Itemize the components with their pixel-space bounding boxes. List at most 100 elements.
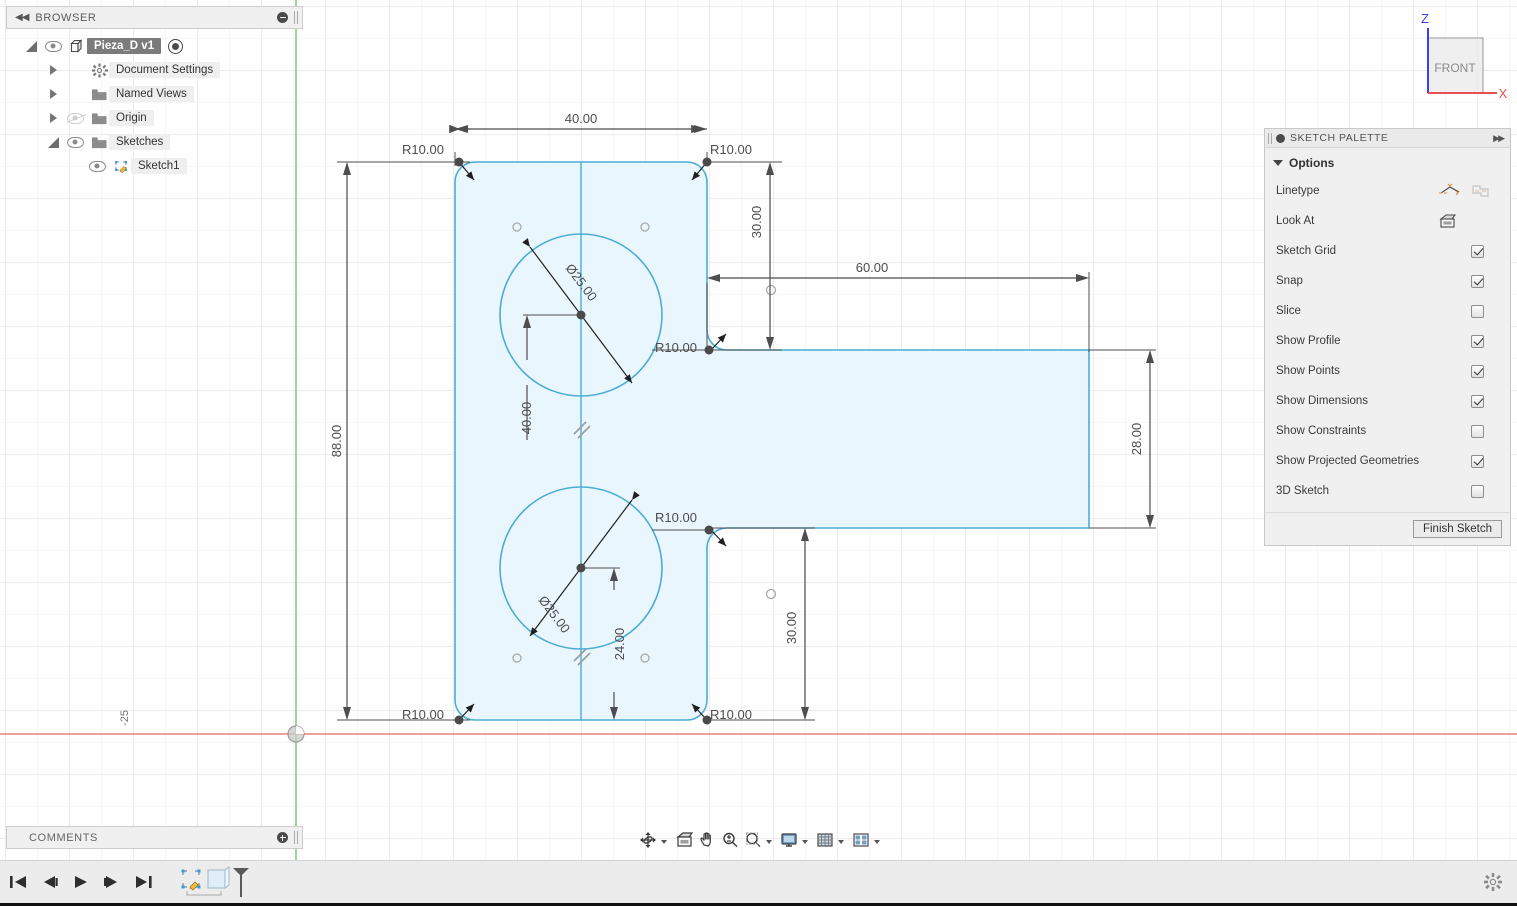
display-settings-icon[interactable] [780, 831, 799, 849]
viewport-layout-button[interactable] [850, 831, 886, 849]
expander-expanded-icon[interactable] [20, 41, 42, 52]
palette-drag-grip[interactable] [1268, 133, 1272, 144]
fit-window-icon[interactable] [744, 831, 763, 849]
fit-window-button[interactable] [742, 831, 778, 849]
checkbox[interactable] [1471, 305, 1484, 318]
palette-row-control[interactable] [1438, 182, 1502, 200]
panel-resize-grip[interactable] [294, 11, 298, 24]
palette-row-sketch-grid[interactable]: Sketch Grid [1265, 236, 1510, 266]
palette-row-control[interactable] [1438, 365, 1502, 378]
step-forward-button[interactable] [101, 871, 123, 893]
zoom-magnifier-button[interactable] [719, 831, 742, 849]
chevron-down-icon[interactable] [802, 840, 808, 844]
chevron-down-icon[interactable] [766, 840, 772, 844]
palette-row-control[interactable] [1438, 245, 1502, 258]
palette-row-control[interactable] [1438, 212, 1502, 230]
chevron-down-icon[interactable] [838, 840, 844, 844]
viewport-layout-icon[interactable] [852, 831, 871, 849]
pan-hand-icon[interactable] [698, 831, 717, 849]
browser-item-label[interactable]: Document Settings [109, 62, 220, 78]
browser-item-document-settings[interactable]: Document Settings [6, 58, 303, 82]
browser-item-label[interactable]: Sketch1 [131, 158, 187, 174]
timeline-bar[interactable] [0, 860, 1517, 903]
navigation-toolbar[interactable] [637, 828, 886, 852]
browser-item-label[interactable]: Sketches [109, 134, 170, 150]
active-component-radio[interactable] [168, 39, 183, 54]
timeline-feature-group[interactable] [177, 865, 255, 899]
palette-row-show-constraints[interactable]: Show Constraints [1265, 416, 1510, 446]
orbit-icon[interactable] [639, 831, 658, 849]
checkbox[interactable] [1471, 455, 1484, 468]
step-back-button[interactable] [39, 871, 61, 893]
orbit-button[interactable] [637, 831, 673, 849]
browser-item-pieza-d-v1[interactable]: Pieza_D v1 [6, 34, 303, 58]
chevron-down-icon[interactable] [661, 840, 667, 844]
browser-item-label[interactable]: Pieza_D v1 [87, 38, 161, 54]
browser-item-origin[interactable]: Origin [6, 106, 303, 130]
sketch-palette-header[interactable]: SKETCH PALETTE ▶▶ [1265, 129, 1510, 148]
palette-row-3d-sketch[interactable]: 3D Sketch [1265, 476, 1510, 506]
palette-row-control[interactable] [1438, 335, 1502, 348]
minus-circle-icon[interactable] [277, 12, 288, 23]
checkbox[interactable] [1471, 245, 1484, 258]
checkbox[interactable] [1471, 485, 1484, 498]
browser-panel-header[interactable]: ◀◀ BROWSER [6, 6, 303, 29]
construction-line-icon[interactable] [1438, 182, 1462, 200]
visibility-eye-icon[interactable] [86, 161, 108, 172]
pan-hand-button[interactable] [696, 831, 719, 849]
expander-collapsed-icon[interactable] [42, 89, 64, 99]
palette-row-control[interactable] [1438, 485, 1502, 498]
palette-row-control[interactable] [1438, 305, 1502, 318]
minus-circle-icon[interactable] [1276, 134, 1285, 143]
palette-row-control[interactable] [1438, 455, 1502, 468]
sketch-palette[interactable]: SKETCH PALETTE ▶▶ Options LinetypeLook A… [1264, 128, 1511, 546]
timeline-controls[interactable] [0, 865, 255, 899]
finish-sketch-button[interactable]: Finish Sketch [1413, 520, 1502, 538]
browser-item-named-views[interactable]: Named Views [6, 82, 303, 106]
palette-row-control[interactable] [1438, 275, 1502, 288]
expander-collapsed-icon[interactable] [42, 113, 64, 123]
grid-snaps-icon[interactable] [816, 831, 835, 849]
double-left-arrow-icon[interactable]: ◀◀ [7, 12, 35, 23]
palette-row-show-profile[interactable]: Show Profile [1265, 326, 1510, 356]
visibility-eye-icon[interactable] [42, 41, 64, 52]
view-cube[interactable]: FRONT Z X [1400, 10, 1510, 100]
go-to-beginning-button[interactable] [8, 871, 30, 893]
play-button[interactable] [70, 871, 92, 893]
go-to-end-button[interactable] [132, 871, 154, 893]
palette-row-show-projected-geometries[interactable]: Show Projected Geometries [1265, 446, 1510, 476]
grid-snaps-button[interactable] [814, 831, 850, 849]
browser-item-sketches[interactable]: Sketches [6, 130, 303, 154]
plus-circle-icon[interactable] [277, 832, 288, 843]
palette-row-look-at[interactable]: Look At [1265, 206, 1510, 236]
double-right-arrow-icon[interactable]: ▶▶ [1493, 133, 1510, 144]
palette-row-linetype[interactable]: Linetype [1265, 176, 1510, 206]
zoom-magnifier-icon[interactable] [721, 831, 740, 849]
checkbox[interactable] [1471, 365, 1484, 378]
checkbox[interactable] [1471, 395, 1484, 408]
centerline-icon[interactable] [1469, 182, 1493, 200]
browser-item-sketch1[interactable]: Sketch1 [6, 154, 303, 178]
comments-panel[interactable]: COMMENTS [6, 826, 303, 849]
chevron-down-icon[interactable] [874, 840, 880, 844]
look-at-icon[interactable] [1438, 212, 1460, 230]
look-at-icon[interactable] [675, 831, 694, 849]
comments-resize-grip[interactable] [294, 831, 298, 844]
palette-row-slice[interactable]: Slice [1265, 296, 1510, 326]
browser-item-label[interactable]: Origin [109, 110, 154, 126]
visibility-eye-icon[interactable] [64, 113, 86, 124]
options-section-header[interactable]: Options [1265, 152, 1510, 176]
bottom-right-controls[interactable] [1483, 872, 1517, 892]
palette-row-control[interactable] [1438, 395, 1502, 408]
palette-row-show-points[interactable]: Show Points [1265, 356, 1510, 386]
visibility-eye-icon[interactable] [64, 137, 86, 148]
expander-collapsed-icon[interactable] [42, 65, 64, 75]
checkbox[interactable] [1471, 335, 1484, 348]
display-settings-button[interactable] [778, 831, 814, 849]
palette-row-show-dimensions[interactable]: Show Dimensions [1265, 386, 1510, 416]
expander-expanded-icon[interactable] [42, 137, 64, 148]
palette-row-control[interactable] [1438, 425, 1502, 438]
gear-icon[interactable] [1483, 872, 1503, 892]
checkbox[interactable] [1471, 275, 1484, 288]
palette-row-snap[interactable]: Snap [1265, 266, 1510, 296]
